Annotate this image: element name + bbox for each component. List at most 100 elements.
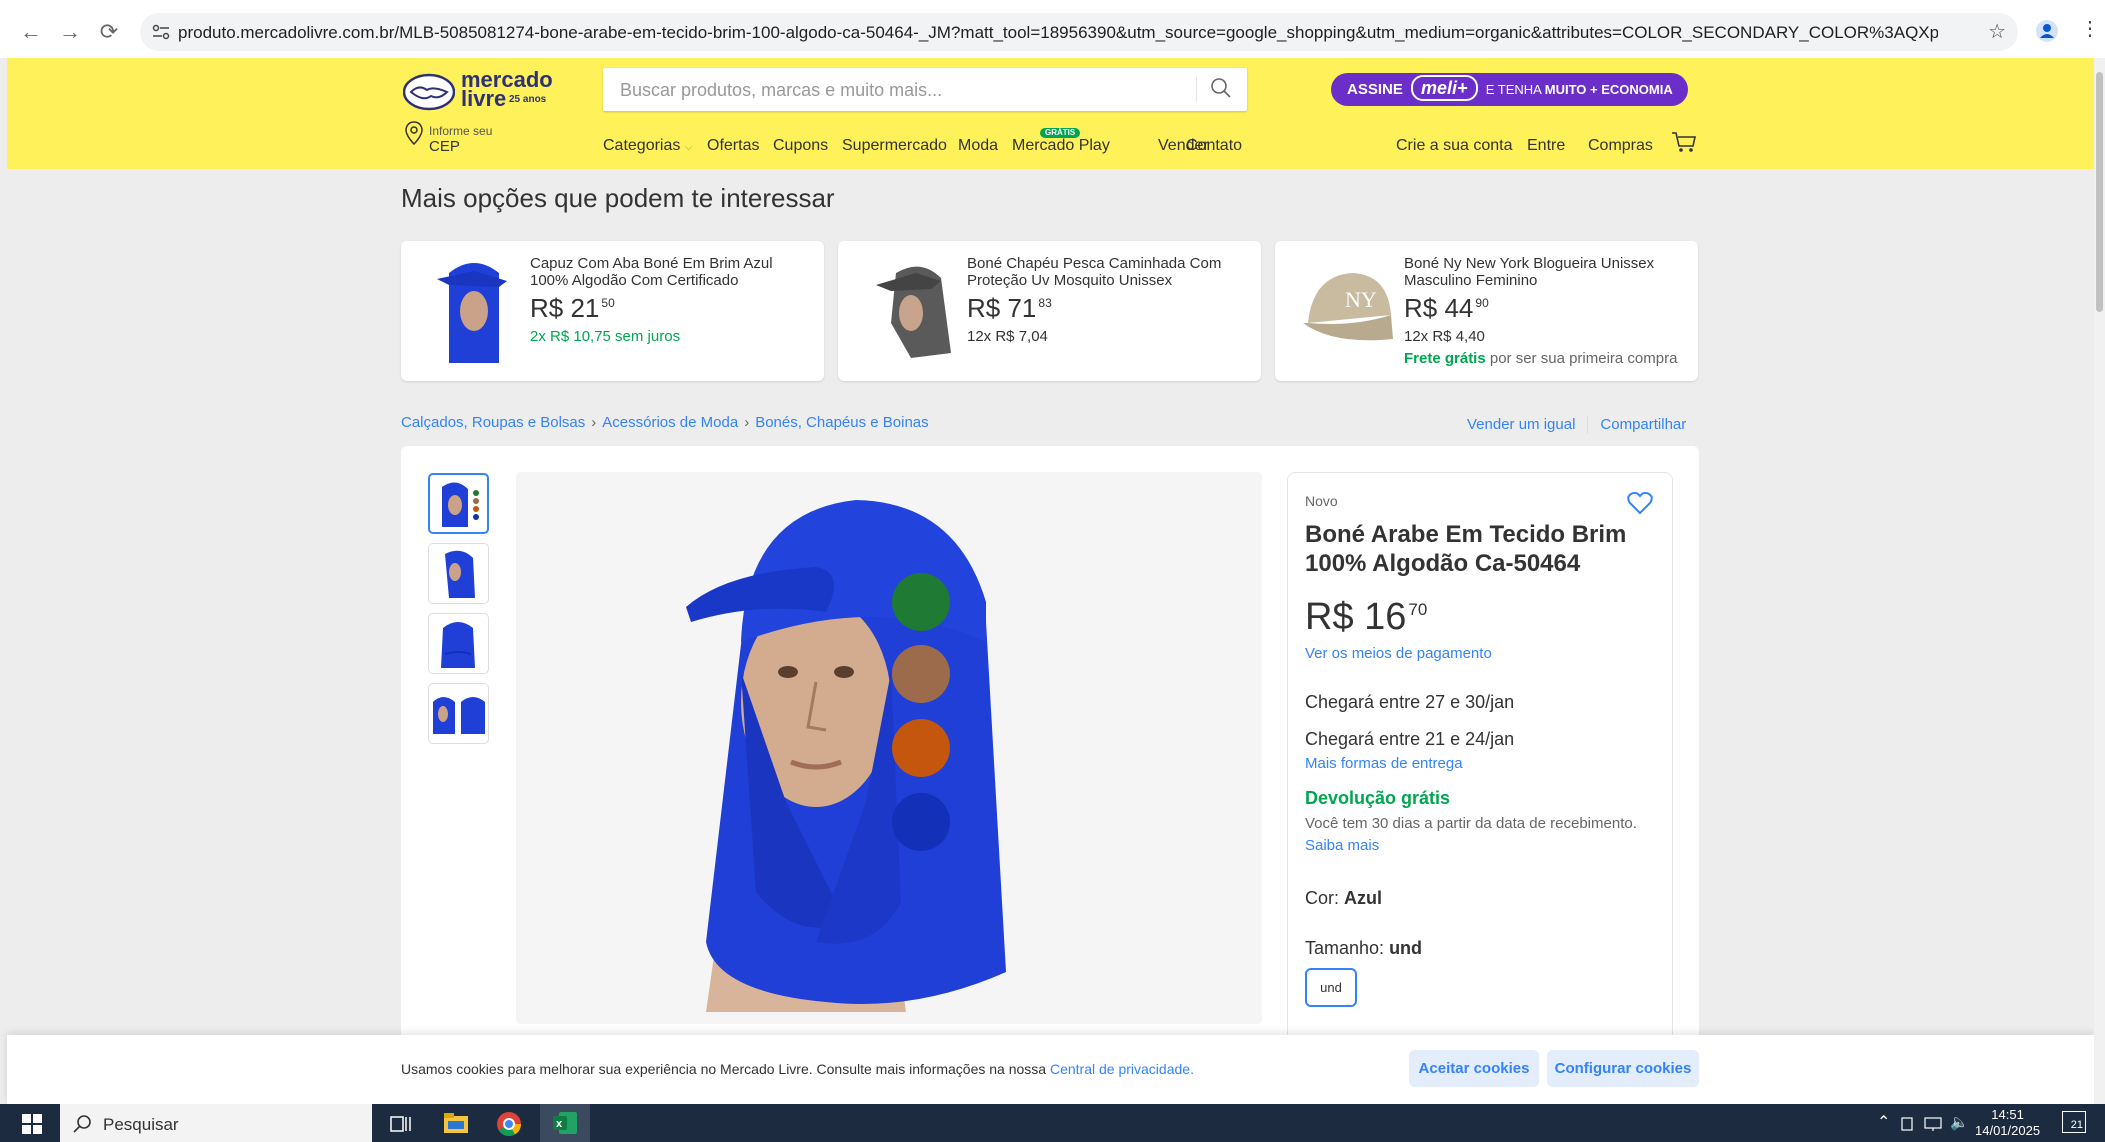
rec-price-cents: 50: [601, 296, 615, 310]
free-shipping-text: por ser sua primeira compra: [1485, 350, 1678, 367]
rec-title: Boné Ny New York Blogueira Unissex Mascu…: [1404, 255, 1655, 289]
delivery-prefix: Chegará entre: [1305, 729, 1426, 749]
search-icon[interactable]: [1207, 74, 1235, 102]
notification-center-icon[interactable]: 21: [2062, 1111, 2086, 1133]
cep-value: CEP: [429, 138, 460, 155]
chrome-icon[interactable]: [497, 1112, 521, 1136]
forward-icon[interactable]: →: [56, 18, 84, 46]
rec-price-int: R$ 44: [1404, 293, 1474, 323]
create-account-link[interactable]: Crie a sua conta: [1396, 137, 1513, 155]
cart-icon[interactable]: [1671, 131, 1697, 153]
rec-price-int: R$ 71: [967, 293, 1037, 323]
more-shipping-link[interactable]: Mais formas de entrega: [1305, 755, 1463, 772]
configure-cookies-button[interactable]: Configurar cookies: [1547, 1050, 1699, 1087]
gallery-thumbnail[interactable]: [428, 683, 489, 744]
cep-selector[interactable]: Informe seu CEP: [402, 120, 522, 156]
network-icon[interactable]: [1924, 1117, 1942, 1131]
rec-price: R$ 21 50: [530, 293, 615, 324]
nav-contato[interactable]: Contato: [1186, 137, 1242, 155]
meli-plus-banner[interactable]: ASSINE meli+ E TENHA MUITO + ECONOMIA: [1331, 73, 1688, 106]
reload-icon[interactable]: ⟳: [95, 18, 123, 46]
product-thumbnail: NY: [1303, 273, 1393, 341]
privacy-center-link[interactable]: Central de privacidade.: [1050, 1061, 1194, 1077]
recommendation-card[interactable]: NY Boné Ny New York Blogueira Unissex Ma…: [1275, 241, 1698, 381]
logo-anniversary-badge: 25 anos: [509, 94, 547, 105]
onedrive-icon[interactable]: [1900, 1116, 1914, 1132]
recommendation-card[interactable]: Boné Chapéu Pesca Caminhada Com Proteção…: [838, 241, 1261, 381]
free-shipping-label: Frete grátis: [1404, 350, 1486, 367]
breadcrumb-separator-icon: ›: [591, 414, 597, 431]
svg-text:x: x: [556, 1118, 563, 1130]
thumb-image: [433, 697, 485, 734]
nav-cupons[interactable]: Cupons: [773, 137, 828, 155]
back-icon[interactable]: ←: [17, 18, 45, 46]
thumb-image: [445, 550, 475, 598]
volume-icon[interactable]: 🔈: [1950, 1113, 1969, 1131]
nav-supermercado[interactable]: Supermercado: [842, 137, 947, 155]
rec-price: R$ 44 90: [1404, 293, 1489, 324]
scrollbar-thumb[interactable]: [2096, 72, 2103, 312]
breadcrumb-item[interactable]: Acessórios de Moda: [602, 414, 738, 431]
payment-methods-link[interactable]: Ver os meios de pagamento: [1305, 645, 1492, 662]
delivery-dates: 27 e 30/jan: [1425, 692, 1515, 712]
sell-similar-link[interactable]: Vender um igual: [1467, 416, 1575, 433]
size-value: und: [1389, 938, 1423, 958]
swatch-green: [892, 573, 950, 631]
gallery-thumbnail[interactable]: [428, 473, 489, 534]
search-icon: [73, 1115, 91, 1133]
accept-cookies-button[interactable]: Aceitar cookies: [1409, 1050, 1539, 1087]
search-placeholder: Buscar produtos, marcas e muito mais...: [620, 80, 943, 100]
delivery-dates: 21 e 24/jan: [1425, 729, 1515, 749]
chevron-up-icon[interactable]: ⌃: [1877, 1112, 1890, 1132]
taskbar-clock[interactable]: 14:51 14/01/2025: [1975, 1107, 2040, 1139]
share-actions: Vender um igual Compartilhar: [1467, 416, 1686, 435]
rec-price: R$ 71 83: [967, 293, 1052, 324]
color-selection: Cor: Azul: [1305, 888, 1382, 909]
main-product-image[interactable]: [516, 472, 1262, 1024]
product-title: Boné Arabe Em Tecido Brim 100% Algodão C…: [1305, 521, 1627, 577]
recommendation-card[interactable]: Capuz Com Aba Boné Em Brim Azul 100% Alg…: [401, 241, 824, 381]
share-link[interactable]: Compartilhar: [1600, 416, 1686, 433]
favorite-heart-icon[interactable]: [1627, 491, 1653, 515]
taskbar-search-label: Pesquisar: [103, 1115, 179, 1134]
swatch-blue: [892, 793, 950, 851]
price-cents: 70: [1408, 600, 1428, 619]
rec-shipping: Frete grátis por ser sua primeira compra: [1404, 350, 1677, 367]
nav-ofertas[interactable]: Ofertas: [707, 137, 759, 155]
gallery-thumbnail[interactable]: [428, 613, 489, 674]
gallery-thumbnail[interactable]: [428, 543, 489, 604]
price-integer: R$ 16: [1305, 596, 1407, 638]
browser-toolbar: ← → ⟳ produto.mercadolivre.com.br/MLB-50…: [0, 0, 2105, 58]
divider: [1587, 416, 1589, 435]
promo-assine: ASSINE: [1347, 81, 1403, 98]
windows-start-icon[interactable]: [22, 1114, 42, 1134]
purchases-link[interactable]: Compras: [1588, 137, 1653, 155]
file-explorer-icon[interactable]: [444, 1113, 468, 1133]
taskbar-search[interactable]: Pesquisar: [60, 1104, 372, 1142]
mercadolivre-logo[interactable]: mercado livre 25 anos: [403, 69, 553, 114]
rec-installments: 12x R$ 4,40: [1404, 328, 1485, 345]
notification-count: 21: [2070, 1119, 2083, 1131]
product-photo: [686, 500, 1006, 1012]
meli-plus-pill: meli+: [1411, 75, 1478, 101]
nav-mercado-play[interactable]: Mercado Play: [1012, 137, 1110, 155]
kebab-menu-icon[interactable]: ⋮: [2080, 16, 2100, 41]
task-view-icon[interactable]: [390, 1114, 412, 1134]
profile-icon[interactable]: [2036, 20, 2058, 42]
excel-taskbar-button[interactable]: x: [540, 1104, 590, 1142]
breadcrumb-item[interactable]: Bonés, Chapéus e Boinas: [755, 414, 928, 431]
promo-bold: MUITO + ECONOMIA: [1544, 82, 1673, 97]
site-settings-icon[interactable]: [152, 24, 170, 40]
login-link[interactable]: Entre: [1527, 137, 1565, 155]
nav-categorias[interactable]: Categorias ⌵: [603, 137, 692, 155]
nav-moda[interactable]: Moda: [958, 137, 998, 155]
bookmark-star-icon[interactable]: ☆: [1988, 19, 2006, 44]
search-input[interactable]: Buscar produtos, marcas e muito mais...: [603, 68, 1247, 111]
breadcrumb-item[interactable]: Calçados, Roupas e Bolsas: [401, 414, 585, 431]
address-bar[interactable]: produto.mercadolivre.com.br/MLB-50850812…: [140, 13, 2018, 51]
learn-more-link[interactable]: Saiba mais: [1305, 837, 1379, 854]
thumb-image: [442, 482, 479, 527]
delivery-prefix: Chegará entre: [1305, 692, 1426, 712]
location-pin-icon: [405, 121, 423, 146]
size-option-button[interactable]: und: [1305, 968, 1357, 1007]
